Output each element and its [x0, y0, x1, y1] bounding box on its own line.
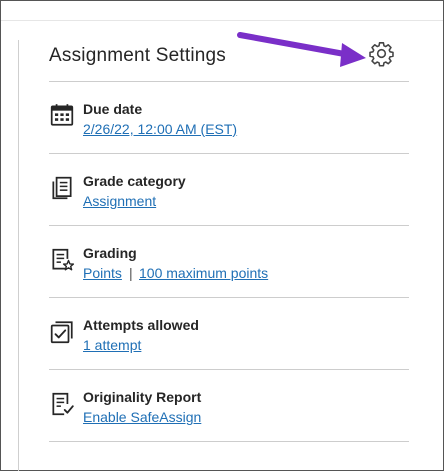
divider	[49, 81, 409, 82]
divider	[49, 153, 409, 154]
grading-points-link[interactable]: Points	[83, 265, 122, 281]
grading-separator: |	[129, 265, 133, 281]
panel-title: Assignment Settings	[49, 45, 226, 66]
due-date-link[interactable]: 2/26/22, 12:00 AM (EST)	[83, 121, 237, 137]
attempts-allowed-label: Attempts allowed	[83, 317, 199, 333]
originality-report-label: Originality Report	[83, 389, 202, 405]
enable-safeassign-link[interactable]: Enable SafeAssign	[83, 409, 201, 425]
calendar-icon	[50, 104, 74, 126]
grade-category-link[interactable]: Assignment	[83, 193, 156, 209]
grading-star-icon	[52, 248, 75, 271]
divider	[49, 369, 409, 370]
checkbox-icon	[50, 321, 73, 344]
annotation-arrow	[237, 32, 366, 67]
attempts-allowed-link[interactable]: 1 attempt	[83, 337, 141, 353]
grading-max-points-link[interactable]: 100 maximum points	[139, 265, 268, 281]
due-date-label: Due date	[83, 101, 143, 117]
divider	[49, 225, 409, 226]
divider	[49, 297, 409, 298]
divider	[49, 441, 409, 442]
top-band	[1, 1, 443, 21]
grading-label: Grading	[83, 245, 137, 261]
checklist-document-icon	[52, 392, 74, 416]
grade-category-label: Grade category	[83, 173, 186, 189]
document-icon	[52, 176, 72, 200]
panel-left-rule	[18, 40, 19, 471]
